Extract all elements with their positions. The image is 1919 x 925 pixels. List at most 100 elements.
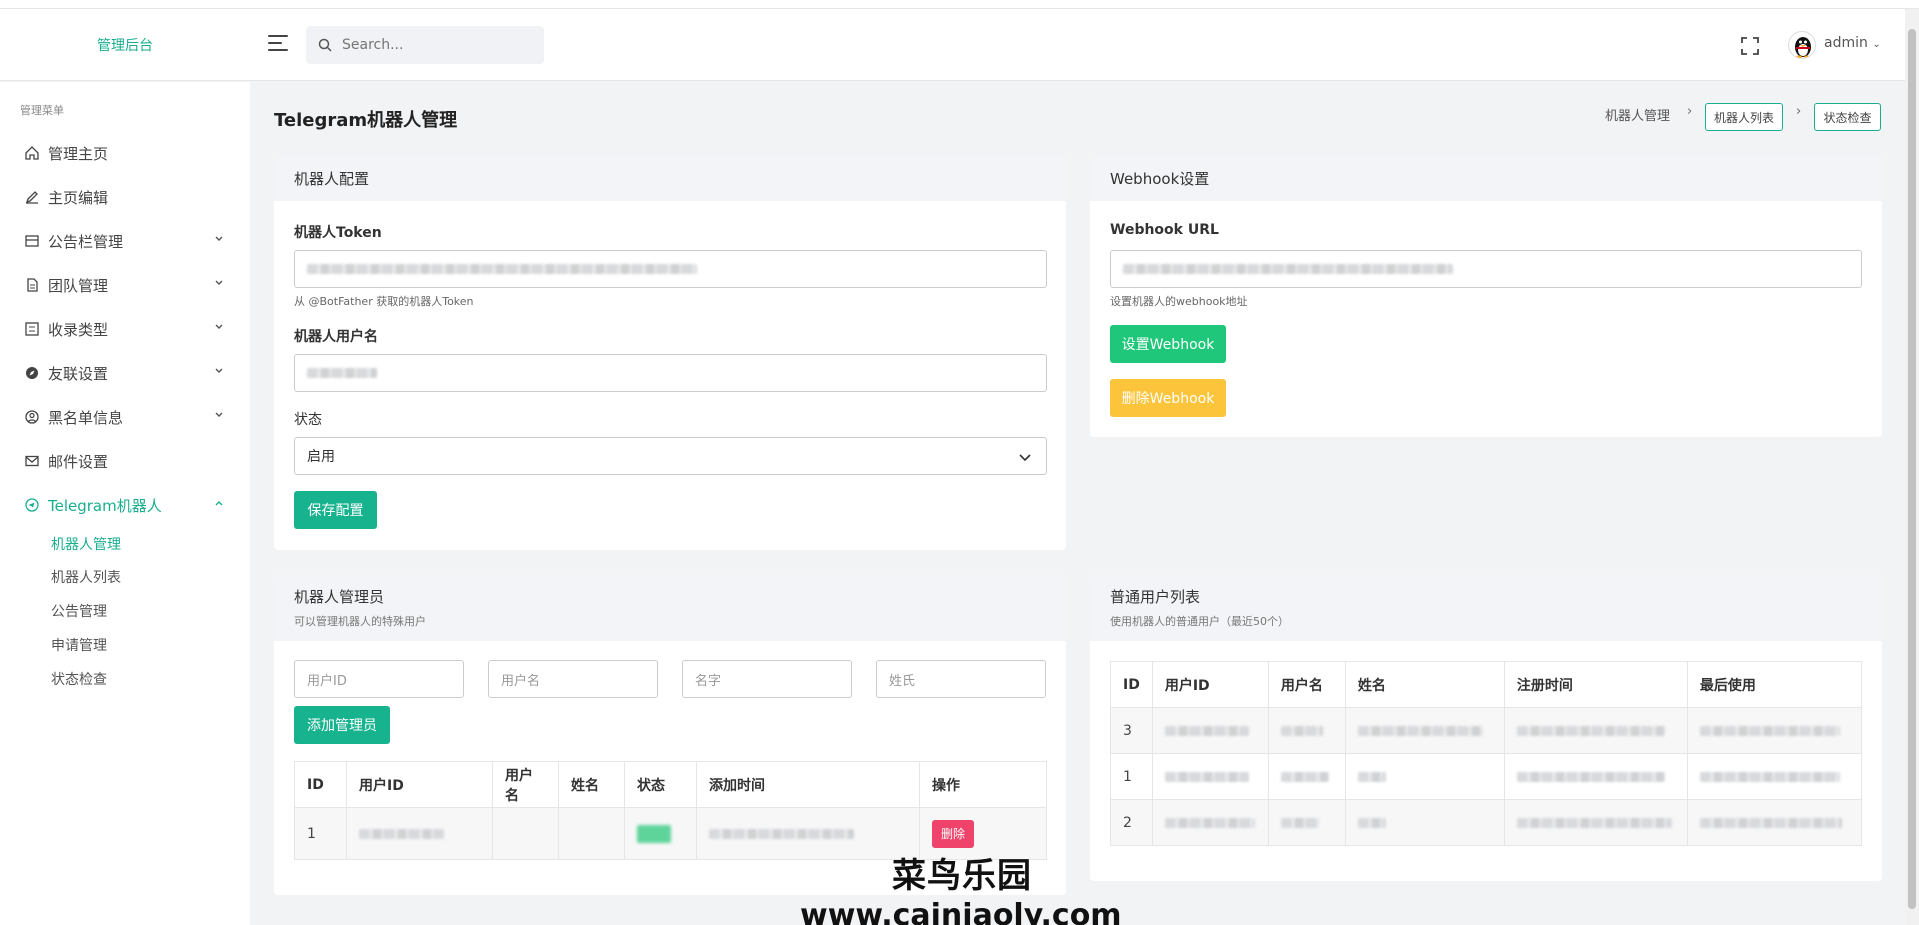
delete-webhook-button[interactable]: 删除Webhook [1110, 379, 1226, 417]
user-menu[interactable]: admin ⌄ [1824, 35, 1881, 51]
cell-register-time-masked [1503, 799, 1688, 846]
submenu-applications[interactable]: 申请管理 [51, 635, 107, 655]
card-title: 机器人管理员 [294, 588, 385, 606]
column-header[interactable]: ID [1110, 661, 1153, 708]
submenu-status-check[interactable]: 状态检查 [51, 669, 107, 689]
submenu-bot-manage[interactable]: 机器人管理 [51, 534, 121, 554]
cell-status [624, 807, 697, 860]
breadcrumb-tab-status[interactable]: 状态检查 [1814, 103, 1881, 131]
save-config-button[interactable]: 保存配置 [294, 491, 377, 529]
sidebar-item-label: 收录类型 [48, 320, 109, 339]
edit-icon [24, 189, 40, 205]
add-admin-button[interactable]: 添加管理员 [294, 706, 390, 744]
status-select[interactable]: 启用 [294, 437, 1047, 475]
sidebar-item-label: 主页编辑 [48, 188, 109, 207]
card-subtitle: 可以管理机器人的特殊用户 [294, 615, 426, 628]
column-header[interactable]: 用户名 [1267, 661, 1346, 708]
card-title: 机器人配置 [294, 169, 370, 188]
column-header[interactable]: 状态 [624, 761, 697, 808]
chevron-down-icon [215, 280, 223, 285]
column-header[interactable]: 用户名 [492, 761, 559, 808]
cell-user-id-masked [1151, 707, 1269, 754]
admin-first-name-input[interactable]: 名字 [682, 660, 852, 698]
admin-last-name-input[interactable]: 姓氏 [876, 660, 1046, 698]
sidebar: 管理菜单 管理主页 主页编辑 公告栏管理 团队管理 收录类型 友联设置 黑名单信… [0, 82, 250, 925]
blacklist-icon [24, 409, 40, 425]
column-header[interactable]: 操作 [919, 761, 1047, 808]
avatar[interactable] [1788, 31, 1816, 59]
chevron-down-icon [1019, 454, 1031, 462]
top-header: 管理后台 admin ⌄ [0, 9, 1905, 81]
column-header[interactable]: 用户ID [346, 761, 493, 808]
fullscreen-icon[interactable] [1740, 36, 1760, 56]
sidebar-item-label: 邮件设置 [48, 452, 109, 471]
webhook-url-label: Webhook URL [1110, 222, 1219, 238]
token-input[interactable] [294, 250, 1047, 288]
status-select-value: 启用 [307, 449, 335, 465]
submenu-bot-list[interactable]: 机器人列表 [51, 567, 121, 587]
set-webhook-button[interactable]: 设置Webhook [1110, 325, 1226, 363]
chevron-down-icon [215, 236, 223, 241]
column-header[interactable]: 用户ID [1151, 661, 1269, 708]
token-value-masked [307, 264, 697, 274]
table-header-row: ID 用户ID 用户名 姓名 状态 添加时间 操作 [294, 761, 1047, 808]
chevron-right-icon: › [1796, 104, 1802, 119]
compass-icon [24, 365, 40, 381]
brand-logo[interactable]: 管理后台 [0, 9, 250, 81]
breadcrumb-root[interactable]: 机器人管理 [1605, 105, 1670, 124]
cell-register-time-masked [1503, 753, 1688, 800]
home-icon [24, 145, 40, 161]
search-box[interactable] [306, 26, 544, 64]
watermark-url: www.cainiaoly.com [800, 898, 1122, 925]
scrollbar-thumb[interactable] [1908, 29, 1916, 909]
sidebar-item-team[interactable]: 团队管理 [24, 273, 224, 297]
sidebar-item-label: 黑名单信息 [48, 408, 124, 427]
admin-user-id-input[interactable]: 用户ID [294, 660, 464, 698]
token-hint: 从 @BotFather 获取的机器人Token [294, 295, 474, 308]
column-header[interactable]: 姓名 [1344, 661, 1505, 708]
webhook-url-input[interactable] [1110, 250, 1862, 288]
telegram-icon [24, 497, 40, 513]
team-icon [24, 277, 40, 293]
cell-name-masked [1344, 707, 1505, 754]
top-strip [0, 0, 1919, 9]
sidebar-item-category[interactable]: 收录类型 [24, 317, 224, 341]
bot-config-card: 机器人配置 机器人Token 从 @BotFather 获取的机器人Token … [274, 155, 1066, 550]
cell-last-used-masked [1686, 707, 1863, 754]
sidebar-item-home[interactable]: 管理主页 [24, 141, 224, 165]
placeholder-text: 用户名 [501, 673, 541, 689]
admin-username-input[interactable]: 用户名 [488, 660, 658, 698]
cell-name-masked [1344, 753, 1505, 800]
sidebar-item-notice[interactable]: 公告栏管理 [24, 229, 224, 253]
card-header: Webhook设置 [1090, 155, 1882, 201]
cell-id: 1 [1110, 753, 1153, 800]
breadcrumb-tab-bot-list[interactable]: 机器人列表 [1705, 103, 1783, 131]
cell-id: 2 [1110, 799, 1153, 846]
sidebar-item-blacklist[interactable]: 黑名单信息 [24, 405, 224, 429]
column-header[interactable]: 添加时间 [696, 761, 920, 808]
sidebar-item-label: Telegram机器人 [48, 496, 162, 515]
column-header[interactable]: 最后使用 [1686, 661, 1863, 708]
column-header[interactable]: 注册时间 [1503, 661, 1688, 708]
column-header[interactable]: ID [294, 761, 347, 808]
sidebar-item-label: 友联设置 [48, 364, 109, 383]
sidebar-item-label: 公告栏管理 [48, 232, 124, 251]
status-badge [637, 824, 671, 843]
sidebar-item-mail[interactable]: 邮件设置 [24, 449, 224, 473]
bot-username-input[interactable] [294, 354, 1047, 392]
submenu-announcements[interactable]: 公告管理 [51, 601, 107, 621]
sidebar-item-links[interactable]: 友联设置 [24, 361, 224, 385]
webhook-hint: 设置机器人的webhook地址 [1110, 295, 1248, 308]
column-header[interactable]: 姓名 [558, 761, 625, 808]
menu-toggle-icon[interactable] [268, 35, 288, 55]
delete-admin-button[interactable]: 删除 [932, 819, 974, 848]
sidebar-item-telegram[interactable]: Telegram机器人 [24, 493, 224, 517]
cell-username [492, 807, 559, 860]
page-scrollbar[interactable] [1905, 9, 1919, 925]
search-input[interactable] [342, 37, 532, 53]
cell-username-masked [1267, 799, 1346, 846]
table-row: 1 [1110, 753, 1863, 800]
sidebar-item-label: 管理主页 [48, 144, 109, 163]
placeholder-text: 名字 [695, 673, 722, 689]
sidebar-item-home-edit[interactable]: 主页编辑 [24, 185, 224, 209]
